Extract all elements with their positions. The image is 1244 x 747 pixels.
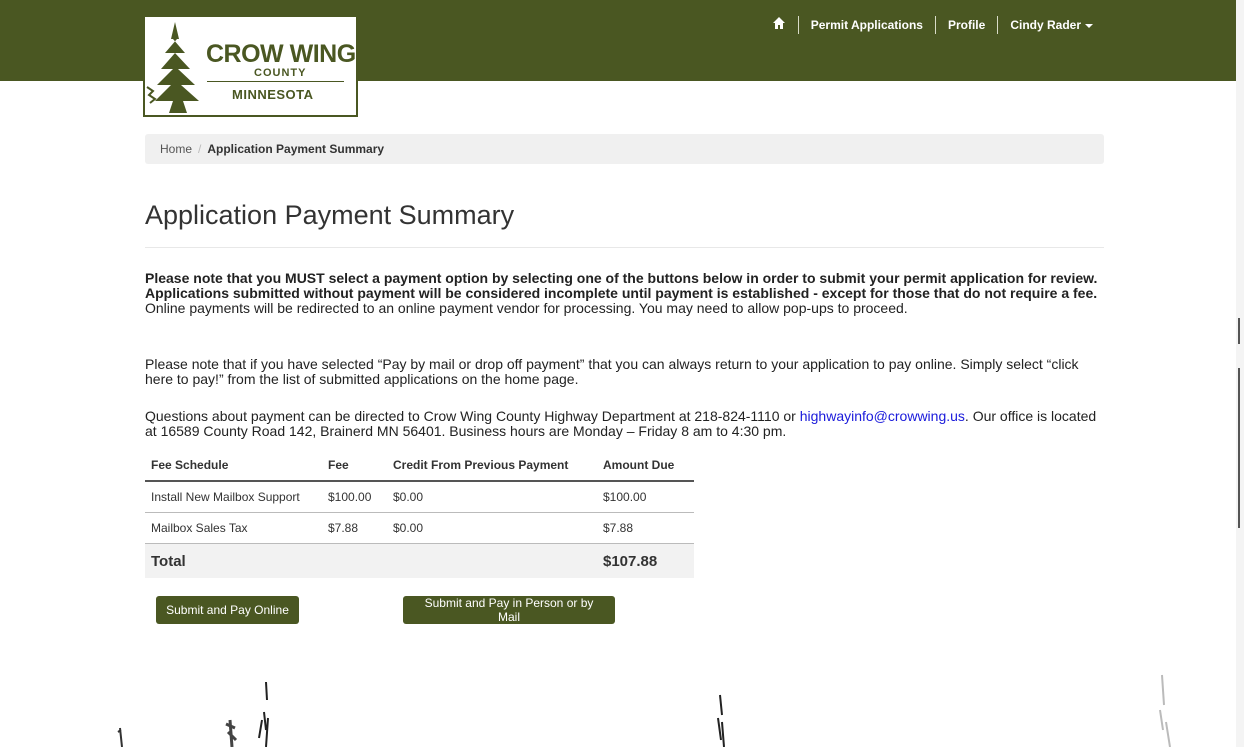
- nav-home[interactable]: [760, 16, 798, 34]
- breadcrumb-home[interactable]: Home: [160, 142, 192, 156]
- payment-notice-bold: Please note that you MUST select a payme…: [145, 270, 1098, 301]
- page-title: Application Payment Summary: [145, 200, 515, 230]
- email-link[interactable]: highwayinfo@crowwing.us: [800, 408, 965, 424]
- total-empty: [322, 543, 387, 578]
- cell-due: $100.00: [597, 481, 694, 513]
- submit-pay-mail-button[interactable]: Submit and Pay in Person or by Mail: [403, 596, 615, 624]
- breadcrumb-current: Application Payment Summary: [207, 142, 385, 156]
- fee-table: Fee Schedule Fee Credit From Previous Pa…: [145, 449, 694, 578]
- submit-pay-online-button[interactable]: Submit and Pay Online: [156, 596, 299, 624]
- cell-schedule: Mailbox Sales Tax: [145, 512, 322, 544]
- breadcrumb: Home / Application Payment Summary: [145, 134, 1104, 164]
- scrollbar-tick: [1238, 318, 1240, 344]
- cell-credit: $0.00: [387, 512, 597, 544]
- cell-schedule: Install New Mailbox Support: [145, 481, 322, 513]
- total-value: $107.88: [597, 543, 694, 578]
- logo-title: CROW WING: [206, 40, 356, 68]
- col-fee-schedule: Fee Schedule: [145, 449, 322, 482]
- col-amount-due: Amount Due: [597, 449, 694, 482]
- logo-divider: [207, 81, 344, 82]
- payment-notice: Please note that you MUST select a payme…: [145, 271, 1104, 316]
- contact-before: Questions about payment can be directed …: [145, 408, 800, 424]
- user-name: Cindy Rader: [1010, 18, 1081, 32]
- nav-profile[interactable]: Profile: [936, 17, 997, 33]
- col-fee: Fee: [322, 449, 387, 482]
- cell-due: $7.88: [597, 512, 694, 544]
- logo-subtitle: COUNTY: [254, 67, 307, 79]
- payment-notice-rest: Online payments will be redirected to an…: [145, 300, 908, 316]
- grass-decoration: [117, 674, 1171, 747]
- col-credit: Credit From Previous Payment: [387, 449, 597, 482]
- cell-fee: $7.88: [322, 512, 387, 544]
- logo-state: MINNESOTA: [232, 87, 314, 102]
- breadcrumb-divider: /: [198, 142, 202, 156]
- table-total-row: Total $107.88: [145, 543, 694, 578]
- scrollbar-thumb[interactable]: [1238, 368, 1240, 528]
- county-logo[interactable]: CROW WING COUNTY MINNESOTA: [143, 15, 358, 117]
- mail-payment-note: Please note that if you have selected “P…: [145, 356, 1079, 387]
- total-label: Total: [145, 543, 322, 578]
- scrollbar[interactable]: [1236, 0, 1244, 747]
- total-empty: [387, 543, 597, 578]
- nav-permit-applications[interactable]: Permit Applications: [799, 17, 935, 33]
- top-nav: Permit Applications Profile Cindy Rader: [760, 10, 1105, 40]
- home-icon: [772, 17, 785, 29]
- table-header-row: Fee Schedule Fee Credit From Previous Pa…: [145, 449, 694, 482]
- table-row: Mailbox Sales Tax $7.88 $0.00 $7.88: [145, 512, 694, 544]
- cell-credit: $0.00: [387, 481, 597, 513]
- title-divider: [145, 247, 1104, 248]
- nav-user-menu[interactable]: Cindy Rader: [998, 17, 1105, 33]
- table-row: Install New Mailbox Support $100.00 $0.0…: [145, 481, 694, 513]
- caret-down-icon: [1085, 23, 1093, 28]
- cell-fee: $100.00: [322, 481, 387, 513]
- contact-info: Questions about payment can be directed …: [145, 409, 1104, 439]
